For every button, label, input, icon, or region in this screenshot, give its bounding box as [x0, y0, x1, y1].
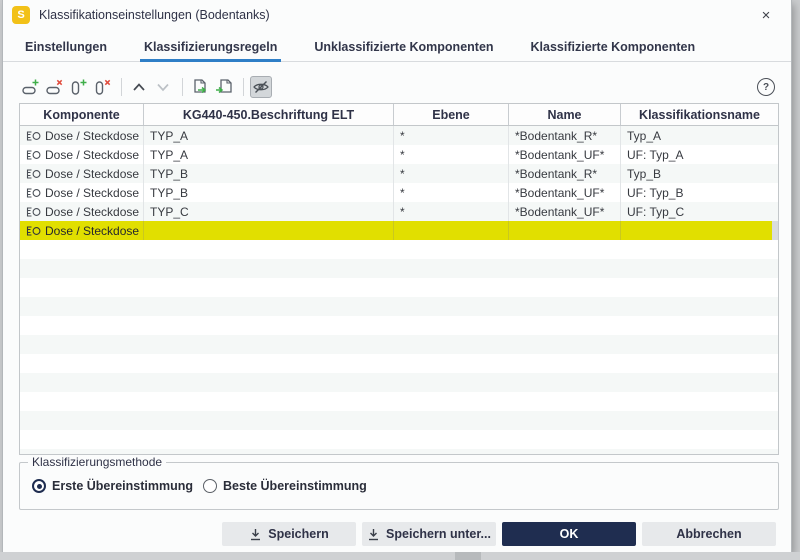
- tab-klassifizierte-komponenten[interactable]: Klassifizierte Komponenten: [531, 32, 696, 61]
- socket-icon: [26, 225, 41, 236]
- cell-name: *Bodentank_UF*: [509, 202, 621, 221]
- rules-table: Komponente KG440-450.Beschriftung ELT Eb…: [19, 103, 779, 455]
- background-strip: [0, 552, 800, 560]
- toolbar-separator: [243, 78, 244, 96]
- cell-klassifikationsname: UF: Typ_C: [627, 204, 685, 219]
- close-icon[interactable]: ×: [755, 4, 777, 26]
- cell-name: *Bodentank_UF*: [509, 183, 621, 202]
- help-icon[interactable]: ?: [757, 78, 775, 96]
- cell-ebene: *: [394, 145, 509, 164]
- cell-name: *Bodentank_R*: [509, 126, 621, 145]
- socket-icon: [26, 168, 41, 179]
- export-rules-icon[interactable]: [213, 76, 235, 98]
- cell-komponente: Dose / Steckdose: [45, 223, 140, 238]
- table-header: Komponente KG440-450.Beschriftung ELT Eb…: [20, 104, 778, 126]
- tab-bar: Einstellungen Klassifizierungsregeln Unk…: [3, 32, 791, 62]
- toolbar-separator: [182, 78, 183, 96]
- socket-icon: [26, 149, 41, 160]
- radio-selected-icon[interactable]: [32, 479, 46, 493]
- cell-ebene: *: [394, 164, 509, 183]
- dialog-window: S Klassifikationseinstellungen (Bodentan…: [3, 0, 791, 552]
- radio-label: Erste Übereinstimmung: [52, 479, 194, 493]
- cell-komponente: Dose / Steckdose: [45, 204, 140, 219]
- delete-row-icon[interactable]: [43, 76, 65, 98]
- download-icon: [369, 528, 379, 540]
- tab-klassifizierungsregeln[interactable]: Klassifizierungsregeln: [139, 32, 282, 62]
- socket-icon: [26, 206, 41, 217]
- ok-button[interactable]: OK: [502, 522, 636, 546]
- move-up-icon[interactable]: [128, 76, 150, 98]
- column-header-komponente[interactable]: Komponente: [20, 104, 144, 125]
- cell-beschriftung: [144, 221, 394, 240]
- add-row-icon[interactable]: [19, 76, 41, 98]
- cancel-button-label: Abbrechen: [676, 527, 742, 541]
- groupbox-legend: Klassifizierungsmethode: [28, 455, 167, 469]
- window-title: Klassifikationseinstellungen (Bodentanks…: [39, 8, 270, 22]
- cell-klassifikationsname: Typ_A: [627, 128, 662, 143]
- cell-ebene: *: [394, 202, 509, 221]
- classification-method-groupbox: Klassifizierungsmethode Erste Übereinsti…: [19, 455, 779, 510]
- save-as-button-label: Speichern unter...: [386, 527, 491, 541]
- ok-button-label: OK: [559, 527, 579, 541]
- radio-erste-uebereinstimmung[interactable]: Erste Übereinstimmung: [32, 479, 193, 493]
- cell-beschriftung: TYP_B: [144, 183, 394, 202]
- cell-name: [509, 221, 621, 240]
- toolbar: ?: [19, 74, 775, 100]
- cell-name: *Bodentank_R*: [509, 164, 621, 183]
- import-rules-icon[interactable]: [189, 76, 211, 98]
- table-empty-area: [20, 240, 778, 454]
- table-row[interactable]: Dose / Steckdose TYP_B * *Bodentank_UF* …: [20, 183, 778, 202]
- cell-komponente: Dose / Steckdose: [45, 166, 140, 181]
- radio-beste-uebereinstimmung[interactable]: Beste Übereinstimmung: [203, 479, 367, 493]
- socket-icon: [26, 187, 41, 198]
- table-row-selected[interactable]: Dose / Steckdose: [20, 221, 778, 240]
- column-header-beschriftung[interactable]: KG440-450.Beschriftung ELT: [144, 104, 394, 125]
- table-row[interactable]: Dose / Steckdose TYP_A * *Bodentank_UF* …: [20, 145, 778, 164]
- move-down-icon[interactable]: [152, 76, 174, 98]
- cell-beschriftung: TYP_B: [144, 164, 394, 183]
- cell-komponente: Dose / Steckdose: [45, 128, 140, 143]
- toggle-hidden-eye-slash-icon[interactable]: [250, 76, 272, 98]
- table-row[interactable]: Dose / Steckdose TYP_C * *Bodentank_UF* …: [20, 202, 778, 221]
- table-row[interactable]: Dose / Steckdose TYP_A * *Bodentank_R* T…: [20, 126, 778, 145]
- save-button[interactable]: Speichern: [222, 522, 356, 546]
- save-button-label: Speichern: [268, 527, 329, 541]
- title-bar: S Klassifikationseinstellungen (Bodentan…: [3, 0, 791, 30]
- app-icon: S: [12, 6, 30, 24]
- cell-komponente: Dose / Steckdose: [45, 147, 140, 162]
- cell-ebene: *: [394, 126, 509, 145]
- column-header-klassifikationsname[interactable]: Klassifikationsname: [621, 104, 778, 125]
- cell-beschriftung: TYP_C: [144, 202, 394, 221]
- cell-komponente: Dose / Steckdose: [45, 185, 140, 200]
- socket-icon: [26, 130, 41, 141]
- delete-column-icon[interactable]: [91, 76, 113, 98]
- cell-name: *Bodentank_UF*: [509, 145, 621, 164]
- add-column-icon[interactable]: [67, 76, 89, 98]
- toolbar-separator: [121, 78, 122, 96]
- cell-ebene: *: [394, 183, 509, 202]
- radio-label: Beste Übereinstimmung: [223, 479, 367, 493]
- cell-beschriftung: TYP_A: [144, 126, 394, 145]
- tab-einstellungen[interactable]: Einstellungen: [25, 32, 107, 61]
- cell-klassifikationsname: [621, 221, 778, 240]
- cancel-button[interactable]: Abbrechen: [642, 522, 776, 546]
- background-scrollbar-thumb: [455, 552, 481, 560]
- footer-button-bar: Speichern Speichern unter... OK Abbreche…: [3, 522, 776, 546]
- cell-beschriftung: TYP_A: [144, 145, 394, 164]
- column-header-name[interactable]: Name: [509, 104, 621, 125]
- cell-ebene: [394, 221, 509, 240]
- download-icon: [251, 528, 261, 540]
- save-as-button[interactable]: Speichern unter...: [362, 522, 496, 546]
- column-header-ebene[interactable]: Ebene: [394, 104, 509, 125]
- cell-klassifikationsname: Typ_B: [627, 166, 662, 181]
- cell-klassifikationsname: UF: Typ_A: [627, 147, 684, 162]
- cell-klassifikationsname: UF: Typ_B: [627, 185, 684, 200]
- tab-unklassifizierte-komponenten[interactable]: Unklassifizierte Komponenten: [314, 32, 493, 61]
- row-end-cap: [772, 221, 778, 240]
- radio-unselected-icon[interactable]: [203, 479, 218, 493]
- table-row[interactable]: Dose / Steckdose TYP_B * *Bodentank_R* T…: [20, 164, 778, 183]
